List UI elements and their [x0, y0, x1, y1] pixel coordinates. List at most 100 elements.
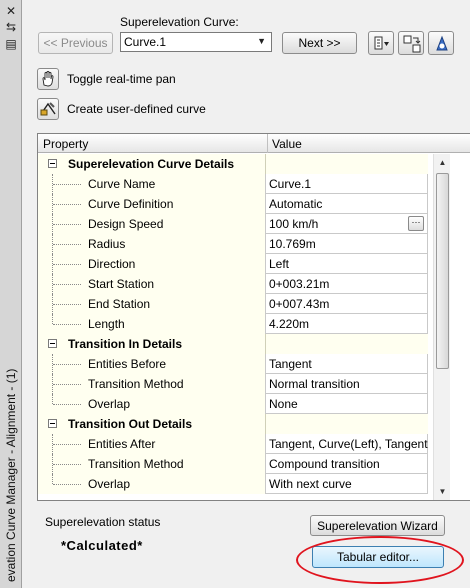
property-label: Transition Method — [88, 457, 184, 471]
scroll-up-icon[interactable]: ▲ — [434, 154, 451, 171]
value-cell[interactable]: 0+007.43m — [265, 294, 428, 314]
property-label: Superelevation Curve Details — [68, 157, 235, 171]
create-curve-label[interactable]: Create user-defined curve — [67, 102, 206, 116]
column-header-value[interactable]: Value — [272, 137, 302, 151]
pick-curve-icon — [436, 35, 448, 51]
property-value: Curve.1 — [269, 177, 312, 191]
property-cell[interactable]: Length — [38, 314, 265, 334]
grid-property-row[interactable]: Direction Left — [38, 254, 454, 274]
grid-property-row[interactable]: Transition Method Compound transition — [38, 454, 454, 474]
collapse-icon[interactable] — [48, 159, 57, 168]
value-cell[interactable]: Curve.1 — [265, 174, 428, 194]
property-cell[interactable]: Transition Out Details — [38, 414, 265, 434]
grid-property-row[interactable]: Curve Name Curve.1 — [38, 174, 454, 194]
value-cell[interactable]: 4.220m — [265, 314, 428, 334]
grid-property-row[interactable]: Overlap With next curve — [38, 474, 454, 494]
value-cell[interactable]: Left — [265, 254, 428, 274]
chevron-down-icon: ▼ — [257, 36, 266, 46]
value-cell[interactable]: Compound transition — [265, 454, 428, 474]
value-cell[interactable]: None — [265, 394, 428, 414]
value-cell[interactable]: Tangent — [265, 354, 428, 374]
grid-property-row[interactable]: Start Station 0+003.21m — [38, 274, 454, 294]
tree-line — [52, 474, 53, 484]
grid-property-row[interactable]: Design Speed 100 km/h ··· — [38, 214, 454, 234]
property-cell[interactable]: Direction — [38, 254, 265, 274]
value-cell[interactable]: 0+003.21m — [265, 274, 428, 294]
collapse-icon[interactable] — [48, 419, 57, 428]
property-cell[interactable]: Entities Before — [38, 354, 265, 374]
tree-line — [53, 384, 81, 385]
next-button[interactable]: Next >> — [282, 32, 357, 54]
ellipsis-button[interactable]: ··· — [408, 216, 424, 231]
tree-line — [53, 444, 81, 445]
scroll-down-icon[interactable]: ▼ — [434, 483, 451, 500]
tabular-editor-button[interactable]: Tabular editor... — [312, 546, 444, 568]
hand-pan-icon[interactable] — [37, 68, 59, 90]
property-cell[interactable]: Overlap — [38, 394, 265, 414]
curve-label: Superelevation Curve: — [120, 15, 239, 29]
value-cell[interactable]: Normal transition — [265, 374, 428, 394]
property-label: Transition Method — [88, 377, 184, 391]
value-cell — [265, 414, 428, 434]
scroll-thumb[interactable] — [436, 173, 449, 369]
tree-line — [52, 314, 53, 324]
value-cell[interactable]: 10.769m — [265, 234, 428, 254]
property-value: Tangent, Curve(Left), Tangent — [269, 437, 428, 451]
property-label: Transition Out Details — [68, 417, 193, 431]
grid-property-row[interactable]: Length 4.220m — [38, 314, 454, 334]
value-cell[interactable]: Automatic — [265, 194, 428, 214]
property-cell[interactable]: Design Speed — [38, 214, 265, 234]
property-value: 4.220m — [269, 317, 310, 331]
grid-property-row[interactable]: Entities After Tangent, Curve(Left), Tang… — [38, 434, 454, 454]
curve-select[interactable]: Curve.1 ▼ — [120, 32, 272, 52]
grid-property-row[interactable]: End Station 0+007.43m — [38, 294, 454, 314]
grid-property-row[interactable]: Radius 10.769m — [38, 234, 454, 254]
property-cell[interactable]: Curve Name — [38, 174, 265, 194]
zoom-to-curve-button[interactable] — [398, 31, 424, 55]
property-cell[interactable]: Transition In Details — [38, 334, 265, 354]
property-cell[interactable]: Radius — [38, 234, 265, 254]
value-cell[interactable]: Tangent, Curve(Left), Tangent — [265, 434, 428, 454]
grid-property-row[interactable]: Overlap None — [38, 394, 454, 414]
property-cell[interactable]: End Station — [38, 294, 265, 314]
column-header-property[interactable]: Property — [43, 137, 88, 151]
grid-category-row[interactable]: Transition Out Details — [38, 414, 454, 434]
property-cell[interactable]: Entities After — [38, 434, 265, 454]
toggle-pan-label[interactable]: Toggle real-time pan — [67, 72, 176, 86]
selection-filter-button[interactable] — [368, 31, 394, 55]
property-cell[interactable]: Start Station — [38, 274, 265, 294]
column-divider[interactable] — [267, 134, 268, 153]
close-icon[interactable]: ✕ — [4, 4, 18, 18]
tree-line — [53, 224, 81, 225]
grid-property-row[interactable]: Curve Definition Automatic — [38, 194, 454, 214]
previous-button[interactable]: << Previous — [38, 32, 113, 54]
property-label: Overlap — [88, 477, 131, 491]
value-cell[interactable]: With next curve — [265, 474, 428, 494]
property-label: Transition In Details — [68, 337, 183, 351]
create-curve-icon[interactable] — [37, 98, 59, 120]
property-cell[interactable]: Transition Method — [38, 454, 265, 474]
property-cell[interactable]: Curve Definition — [38, 194, 265, 214]
grid-property-row[interactable]: Entities Before Tangent — [38, 354, 454, 374]
grid-scrollbar[interactable]: ▲ ▼ — [433, 154, 450, 500]
pick-curve-button[interactable] — [428, 31, 454, 55]
zoom-to-curve-icon — [403, 35, 421, 53]
selection-filter-icon — [374, 36, 389, 50]
property-label: Curve Name — [88, 177, 156, 191]
grid-category-row[interactable]: Transition In Details — [38, 334, 454, 354]
property-label: Curve Definition — [88, 197, 174, 211]
property-grid: Property Value Superelevation Curve Deta… — [37, 133, 470, 501]
property-cell[interactable]: Overlap — [38, 474, 265, 494]
tree-line — [53, 244, 81, 245]
status-label: Superelevation status — [45, 515, 161, 529]
superelevation-wizard-button[interactable]: Superelevation Wizard — [310, 515, 445, 536]
property-cell[interactable]: Superelevation Curve Details — [38, 154, 265, 174]
autohide-icon[interactable]: ⇆ — [4, 20, 18, 34]
properties-icon[interactable]: ▤ — [4, 37, 18, 51]
value-cell — [265, 334, 428, 354]
collapse-icon[interactable] — [48, 339, 57, 348]
property-cell[interactable]: Transition Method — [38, 374, 265, 394]
grid-property-row[interactable]: Transition Method Normal transition — [38, 374, 454, 394]
grid-category-row[interactable]: Superelevation Curve Details — [38, 154, 454, 174]
value-cell[interactable]: 100 km/h ··· — [265, 214, 428, 234]
